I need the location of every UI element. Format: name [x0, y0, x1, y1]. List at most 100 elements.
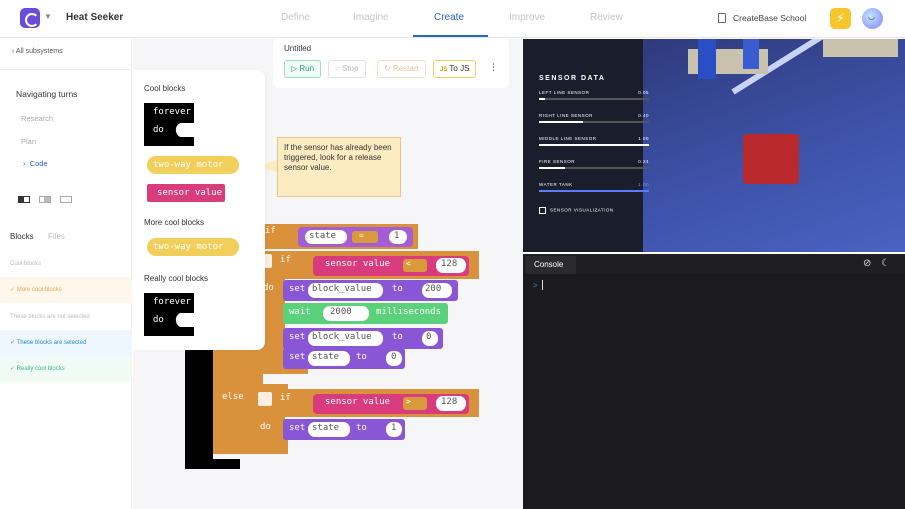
school-name[interactable]: CreateBase School — [733, 13, 806, 23]
operator-label: > — [406, 397, 411, 406]
tab-files[interactable]: Files — [48, 232, 65, 241]
sensor-label: MIDDLE LINE SENSOR — [539, 136, 597, 141]
tab-imagine[interactable]: Imagine — [353, 12, 389, 23]
sensor-value-label: sensor value — [325, 397, 391, 407]
tab-blocks[interactable]: Blocks — [10, 232, 34, 241]
chevron-down-icon[interactable]: ▼ — [44, 12, 52, 21]
layout-right-icon[interactable] — [39, 196, 51, 203]
check-icon: ✓ — [10, 287, 17, 293]
layout-split-icon[interactable] — [18, 196, 30, 203]
back-link[interactable]: ‹ All subsystems — [12, 48, 63, 55]
sensor-bar-fill — [539, 190, 649, 192]
divider — [0, 69, 132, 70]
gear-icon[interactable] — [258, 392, 272, 406]
flyout-heading: Cool blocks — [144, 84, 186, 93]
if-label: if — [265, 226, 276, 236]
list-item[interactable]: These blocks are not selected — [0, 304, 132, 330]
sidebar: ‹ All subsystems Navigating turns Resear… — [0, 39, 132, 509]
sensor-row: LEFT LINE SENSOR 0.05 — [539, 90, 649, 113]
operator-dropdown[interactable] — [352, 231, 378, 243]
stop-icon: ○ — [335, 64, 343, 73]
sidebar-item-code[interactable]: › Code — [23, 159, 48, 168]
sidebar-item-research[interactable]: Research — [21, 114, 53, 123]
to-label: to — [392, 284, 403, 294]
app-logo-icon[interactable] — [20, 8, 40, 28]
tab-review[interactable]: Review — [590, 12, 623, 23]
list-item-label: These blocks are selected — [16, 340, 87, 346]
number-label: 0 — [426, 332, 432, 342]
list-item-label: More cool blocks — [16, 287, 62, 293]
number-label: 0 — [391, 352, 397, 362]
wait-label: wait — [289, 307, 311, 317]
list-item[interactable]: ✓ Really cool blocks — [0, 356, 132, 382]
else-label: else — [222, 392, 244, 402]
tab-improve[interactable]: Improve — [509, 12, 545, 23]
list-item-label: Cool blocks — [10, 261, 42, 267]
do-label: do — [153, 125, 164, 135]
sensor-value: 0.24 — [638, 159, 649, 164]
to-js-button[interactable]: JS To JS — [433, 60, 477, 78]
sensor-block[interactable]: sensor value — [147, 184, 225, 202]
list-item[interactable]: Cool blocks — [0, 251, 132, 277]
avatar[interactable] — [862, 8, 883, 29]
layout-full-icon[interactable] — [60, 196, 72, 203]
tab-console[interactable]: Console — [526, 256, 576, 274]
to-label: to — [356, 352, 367, 362]
clear-icon[interactable]: ⊘ — [863, 258, 871, 269]
console-input[interactable] — [542, 280, 543, 290]
sensor-value: 1.00 — [638, 136, 649, 141]
motor-block[interactable]: two-way motor — [147, 156, 239, 174]
variable-label: state — [312, 423, 340, 433]
tab-create[interactable]: Create — [434, 12, 464, 23]
to-label: to — [392, 332, 403, 342]
number-label: 128 — [441, 397, 458, 407]
visualization-checkbox[interactable]: SENSOR VISUALIZATION — [539, 207, 649, 214]
more-options-icon[interactable]: ⋮ — [489, 62, 498, 73]
post — [743, 39, 759, 69]
flyout-heading: More cool blocks — [144, 218, 205, 227]
sensor-value: 1.00 — [638, 182, 649, 187]
tab-define[interactable]: Define — [281, 12, 310, 23]
checkbox-box[interactable] — [539, 207, 546, 214]
stop-label: Stop — [342, 64, 359, 73]
post — [698, 39, 716, 79]
moon-icon[interactable]: ☾ — [881, 258, 890, 269]
do-label: do — [153, 315, 164, 325]
robot — [743, 134, 799, 184]
variable-label: block_value — [312, 284, 372, 294]
code-comment[interactable]: If the sensor has already been triggered… — [277, 137, 401, 197]
flyout-heading: Really cool blocks — [144, 274, 209, 283]
sensor-bar-fill — [539, 167, 566, 169]
chevron-right-icon: › — [23, 159, 30, 168]
if-label: if — [280, 255, 291, 265]
state-label: state — [309, 231, 337, 241]
set-label: set — [289, 352, 306, 362]
file-name[interactable]: Untitled — [284, 44, 311, 53]
restart-label: Restart — [392, 64, 419, 73]
school-icon — [718, 13, 726, 23]
js-icon: JS — [440, 67, 448, 73]
sensor-panel-title: SENSOR DATA — [539, 75, 606, 82]
list-item[interactable]: ✓ These blocks are selected — [0, 330, 132, 356]
sensor-bar — [539, 98, 649, 100]
number-label: 1 — [394, 231, 400, 241]
simulation-view[interactable]: SENSOR DATA LEFT LINE SENSOR 0.05 RIGHT L… — [523, 39, 905, 252]
to-label: to — [356, 423, 367, 433]
variable-label: state — [312, 352, 340, 362]
top-bar: ▼ Heat Seeker Define Imagine Create Impr… — [0, 0, 905, 38]
bolt-icon[interactable]: ⚡ — [830, 8, 851, 29]
motor-block[interactable]: two-way motor — [147, 238, 239, 256]
sensor-bar — [539, 121, 649, 123]
sensor-bar — [539, 167, 649, 169]
list-item[interactable]: ✓ More cool blocks — [0, 277, 132, 303]
sidebar-item-label: Code — [29, 159, 48, 168]
stop-button[interactable]: ○ Stop — [328, 60, 366, 78]
sensor-row: RIGHT LINE SENSOR 0.40 — [539, 113, 649, 136]
check-icon: ✓ — [10, 340, 17, 346]
sensor-label: RIGHT LINE SENSOR — [539, 113, 593, 118]
sidebar-item-plan[interactable]: Plan — [21, 137, 36, 146]
sensor-row: FIRE SENSOR 0.24 — [539, 159, 649, 182]
run-button[interactable]: ▷ Run — [284, 60, 322, 78]
restart-button[interactable]: ↻ Restart — [377, 60, 426, 78]
ms-label: milliseconds — [376, 307, 442, 317]
